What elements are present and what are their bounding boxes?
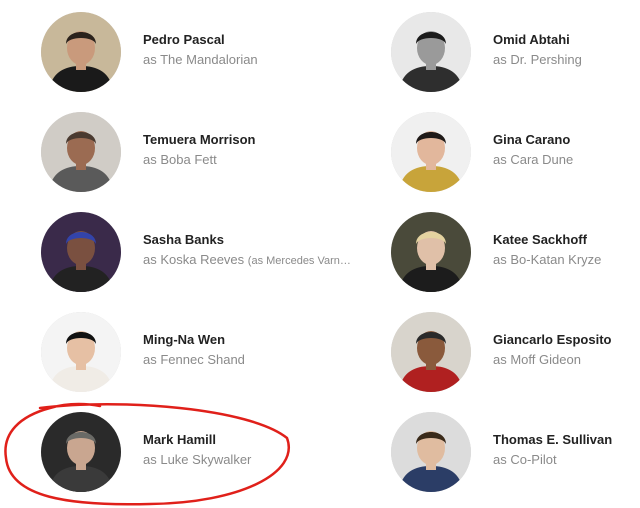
- character-role: as Fennec Shand: [143, 351, 373, 368]
- character-role: as Cara Dune: [493, 151, 640, 168]
- credited-as-note: (as Mercedes Varn…: [247, 255, 351, 267]
- actor-photo-icon[interactable]: [391, 412, 471, 492]
- actor-photo-icon[interactable]: [41, 412, 121, 492]
- character-role: as Boba Fett: [143, 151, 373, 168]
- cast-grid: Pedro Pascal as The Mandalorian Omid Abtah…: [0, 0, 640, 508]
- character-role: as Koska Reeves (as Mercedes Varn…: [143, 251, 373, 270]
- character-role: as Luke Skywalker: [143, 451, 373, 468]
- cast-member-text: Pedro Pascal as The Mandalorian: [143, 31, 373, 68]
- character-name: as Fennec Shand: [143, 352, 245, 367]
- character-name: as Boba Fett: [143, 152, 217, 167]
- actor-photo-icon[interactable]: [41, 112, 121, 192]
- character-role: as Bo-Katan Kryze: [493, 251, 640, 268]
- character-name: as The Mandalorian: [143, 52, 258, 67]
- actor-name[interactable]: Omid Abtahi: [493, 31, 640, 48]
- actor-photo-icon[interactable]: [391, 312, 471, 392]
- cast-member-text: Mark Hamill as Luke Skywalker: [143, 431, 373, 468]
- cast-member-card[interactable]: Gina Carano as Cara Dune: [391, 112, 640, 202]
- character-name: as Cara Dune: [493, 152, 574, 167]
- character-role: as The Mandalorian: [143, 51, 373, 68]
- cast-member-card[interactable]: Giancarlo Esposito as Moff Gideon: [391, 312, 640, 402]
- character-name: as Luke Skywalker: [143, 452, 252, 467]
- cast-member-text: Ming-Na Wen as Fennec Shand: [143, 331, 373, 368]
- cast-member-card[interactable]: Thomas E. Sullivan as Co-Pilot: [391, 412, 640, 502]
- cast-member-card[interactable]: Temuera Morrison as Boba Fett: [41, 112, 341, 202]
- cast-member-card[interactable]: Katee Sackhoff as Bo-Katan Kryze: [391, 212, 640, 302]
- character-role: as Dr. Pershing: [493, 51, 640, 68]
- character-role: as Moff Gideon: [493, 351, 640, 368]
- actor-photo-icon[interactable]: [41, 12, 121, 92]
- cast-member-text: Sasha Banks as Koska Reeves (as Mercedes …: [143, 231, 373, 270]
- actor-name[interactable]: Temuera Morrison: [143, 131, 373, 148]
- character-role: as Co-Pilot: [493, 451, 640, 468]
- actor-name[interactable]: Pedro Pascal: [143, 31, 373, 48]
- actor-photo-icon[interactable]: [391, 12, 471, 92]
- actor-name[interactable]: Mark Hamill: [143, 431, 373, 448]
- actor-photo-icon[interactable]: [391, 112, 471, 192]
- cast-member-text: Thomas E. Sullivan as Co-Pilot: [493, 431, 640, 468]
- cast-member-text: Omid Abtahi as Dr. Pershing: [493, 31, 640, 68]
- cast-member-card[interactable]: Pedro Pascal as The Mandalorian: [41, 12, 341, 102]
- character-name: as Koska Reeves: [143, 252, 245, 267]
- actor-photo-icon[interactable]: [41, 312, 121, 392]
- cast-member-card[interactable]: Ming-Na Wen as Fennec Shand: [41, 312, 341, 402]
- actor-name[interactable]: Katee Sackhoff: [493, 231, 640, 248]
- cast-member-text: Katee Sackhoff as Bo-Katan Kryze: [493, 231, 640, 268]
- actor-name[interactable]: Giancarlo Esposito: [493, 331, 640, 348]
- cast-member-text: Gina Carano as Cara Dune: [493, 131, 640, 168]
- actor-name[interactable]: Sasha Banks: [143, 231, 373, 248]
- cast-member-text: Temuera Morrison as Boba Fett: [143, 131, 373, 168]
- cast-member-card[interactable]: Omid Abtahi as Dr. Pershing: [391, 12, 640, 102]
- cast-member-card[interactable]: Sasha Banks as Koska Reeves (as Mercedes …: [41, 212, 351, 302]
- actor-photo-icon[interactable]: [391, 212, 471, 292]
- character-name: as Dr. Pershing: [493, 52, 582, 67]
- actor-name[interactable]: Thomas E. Sullivan: [493, 431, 640, 448]
- actor-name[interactable]: Ming-Na Wen: [143, 331, 373, 348]
- character-name: as Co-Pilot: [493, 452, 557, 467]
- character-name: as Bo-Katan Kryze: [493, 252, 602, 267]
- actor-photo-icon[interactable]: [41, 212, 121, 292]
- character-name: as Moff Gideon: [493, 352, 581, 367]
- actor-name[interactable]: Gina Carano: [493, 131, 640, 148]
- cast-member-card[interactable]: Mark Hamill as Luke Skywalker: [41, 412, 341, 502]
- cast-member-text: Giancarlo Esposito as Moff Gideon: [493, 331, 640, 368]
